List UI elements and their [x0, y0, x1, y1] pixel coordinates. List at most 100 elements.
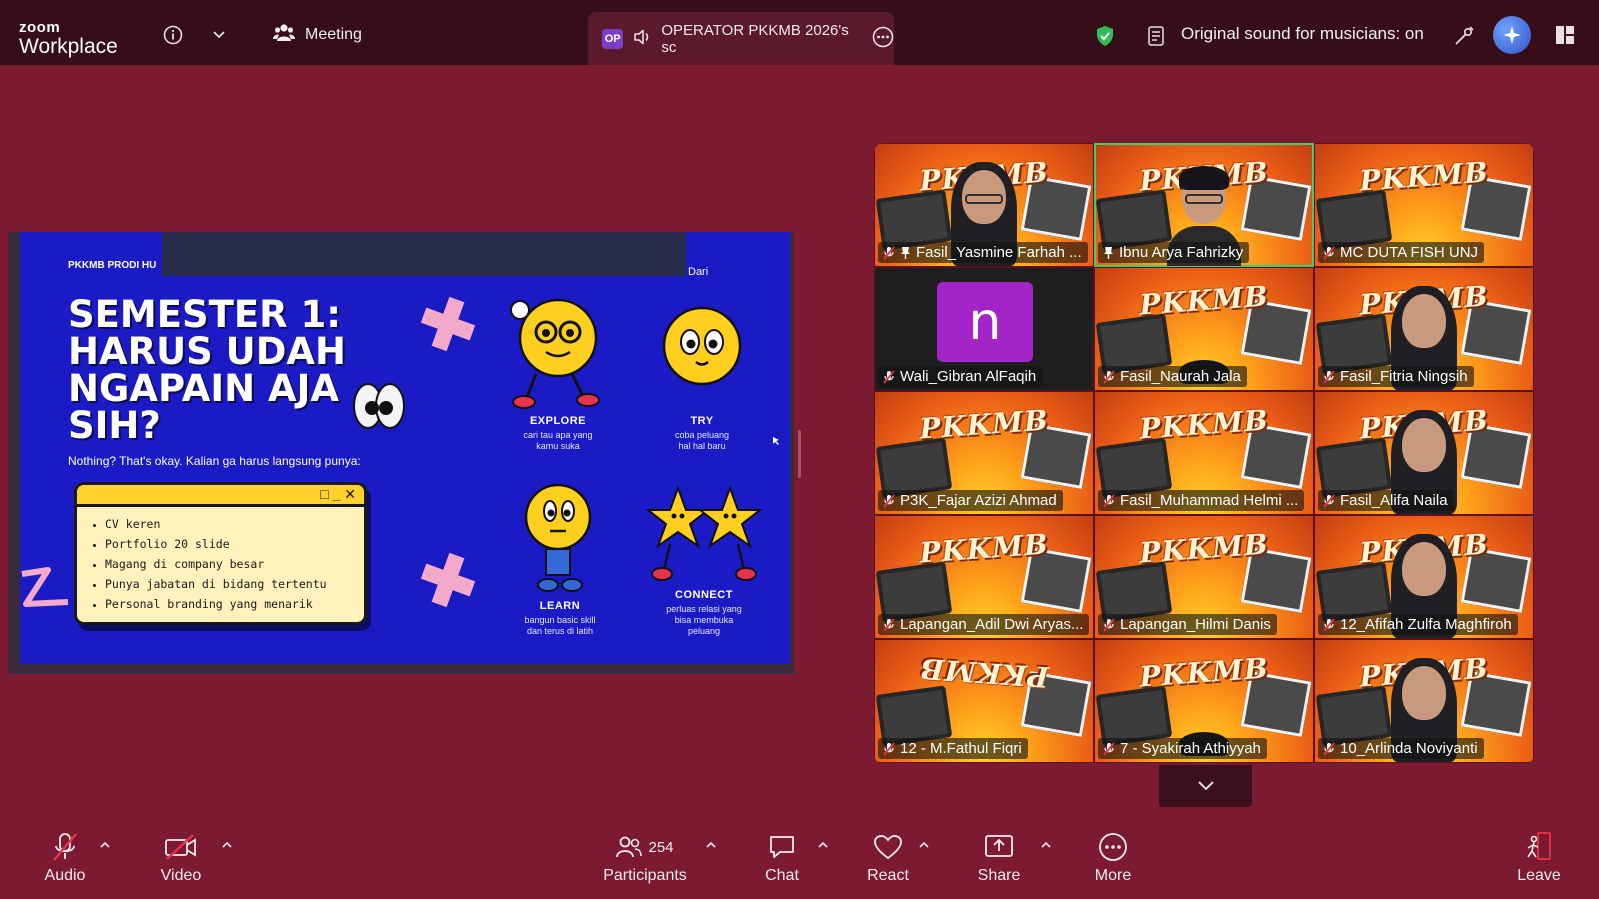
participant-tile[interactable]: PKKMBFasil_Yasmine Farhah ...	[874, 143, 1094, 267]
share-button[interactable]: Share	[954, 829, 1044, 885]
eyes-sticker-icon	[353, 383, 405, 429]
list-item: CV keren	[105, 514, 364, 534]
react-options-chevron-icon[interactable]	[918, 840, 930, 850]
connect-desc-3: peluang	[687, 626, 721, 636]
participant-name: Wali_Gibran AlFaqih	[900, 368, 1037, 385]
participant-tile[interactable]: PKKMB Fasil_Muhammad Helmi ...	[1094, 391, 1314, 515]
connect-desc-1: perluas relasi yang	[666, 604, 742, 614]
participant-tile[interactable]: PKKMB10_Arlinda Noviyanti	[1314, 639, 1534, 763]
more-dots-icon	[1099, 833, 1127, 861]
mouse-cursor-icon	[773, 437, 779, 445]
original-sound-status[interactable]: Original sound for musicians: on	[1181, 24, 1424, 44]
pin-icon	[901, 246, 910, 259]
checklist: CV keren Portfolio 20 slide Magang di co…	[105, 514, 364, 614]
share-options-chevron-icon[interactable]	[1040, 840, 1052, 850]
participant-tile[interactable]: PKKMB 7 - Syakirah Athiyyah	[1094, 639, 1314, 763]
participant-name-tag: Fasil_Alifa Naila	[1318, 490, 1454, 511]
sharer-avatar-badge: OP	[602, 28, 624, 49]
learn-character-icon	[524, 483, 592, 592]
chat-button[interactable]: Chat	[737, 829, 827, 885]
encryption-shield-icon[interactable]	[1094, 24, 1116, 48]
participant-name: P3K_Fajar Azizi Ahmad	[900, 492, 1057, 509]
chat-options-chevron-icon[interactable]	[817, 840, 829, 850]
slide-subtitle: Nothing? That's okay. Kalian ga harus la…	[68, 454, 361, 468]
window-titlebar: □ _ ✕	[77, 485, 364, 507]
chevron-down-icon[interactable]	[210, 26, 228, 44]
participant-tile[interactable]: PKKMB P3K_Fajar Azizi Ahmad	[874, 391, 1094, 515]
mic-muted-icon	[1103, 493, 1115, 508]
slide-header-right: Dari	[688, 266, 709, 278]
logo-line-2: Workplace	[19, 35, 118, 58]
participant-tile[interactable]: PKKMB12_Afifah Zulfa Maghfiroh	[1314, 515, 1534, 639]
more-options-icon[interactable]	[872, 26, 894, 52]
meeting-label: Meeting	[305, 25, 362, 43]
more-button[interactable]: More	[1068, 829, 1158, 885]
react-button[interactable]: React	[843, 829, 933, 885]
meeting-menu-button[interactable]: Meeting	[273, 22, 362, 47]
participant-tile[interactable]: PKKMB Lapangan_Hilmi Danis	[1094, 515, 1314, 639]
share-screen-icon	[985, 835, 1013, 857]
meeting-toolbar: Audio Video 254 Participants Chat React	[0, 829, 1599, 899]
list-item: Personal branding yang menarik	[105, 594, 364, 614]
participants-button[interactable]: 254 Participants	[600, 829, 690, 885]
list-item: Punya jabatan di bidang tertentu	[105, 574, 364, 594]
participant-name-tag: Fasil_Fitria Ningsih	[1318, 366, 1474, 387]
mic-muted-icon	[883, 493, 895, 508]
slide-title-line: SEMESTER 1:	[68, 293, 342, 336]
participant-name: MC DUTA FISH UNJ	[1340, 244, 1479, 261]
participant-tile[interactable]: PKKMB Fasil_Naurah Jala	[1094, 267, 1314, 391]
participant-tile[interactable]: n Wali_Gibran AlFaqih	[874, 267, 1094, 391]
participant-tile[interactable]: PKKMB 12 - M.Fathul Fiqri	[874, 639, 1094, 763]
mic-muted-icon	[1323, 245, 1335, 260]
audio-options-chevron-icon[interactable]	[99, 840, 111, 850]
participants-options-chevron-icon[interactable]	[705, 840, 717, 850]
participant-name-tag: P3K_Fajar Azizi Ahmad	[878, 490, 1063, 511]
music-settings-icon[interactable]	[1452, 24, 1476, 48]
learn-desc-2: dan terus di latih	[526, 626, 594, 636]
participant-avatar: n	[937, 282, 1033, 362]
learn-label: LEARN	[539, 600, 581, 612]
try-desc-1: coba peluang	[674, 430, 730, 440]
sparkle-icon	[1503, 26, 1521, 44]
screen-share-view[interactable]: PKKMB PRODI HU Dari SEMESTER 1: HARUS UD…	[8, 232, 794, 674]
share-title: OPERATOR PKKMB 2026's sc	[661, 21, 849, 56]
participant-name-tag: Fasil_Naurah Jala	[1098, 366, 1247, 387]
react-label: React	[867, 867, 909, 884]
gallery-scroll-down-button[interactable]	[1159, 765, 1252, 807]
learn-desc-1: bangun basic skill	[524, 615, 596, 625]
explore-character-icon	[510, 298, 600, 409]
leave-button[interactable]: Leave	[1494, 829, 1584, 885]
mic-muted-icon	[1323, 617, 1335, 632]
participant-name-tag: MC DUTA FISH UNJ	[1318, 242, 1485, 263]
participant-tile[interactable]: PKKMB Lapangan_Adil Dwi Aryas...	[874, 515, 1094, 639]
checklist-window: □ _ ✕ CV keren Portfolio 20 slide Magang…	[74, 482, 367, 625]
mic-muted-icon	[883, 617, 895, 632]
captions-icon[interactable]	[1146, 24, 1168, 48]
participant-tile[interactable]: PKKMBFasil_Alifa Naila	[1314, 391, 1534, 515]
view-layout-icon[interactable]	[1554, 24, 1576, 46]
redacted-bar	[162, 232, 686, 276]
speaker-icon[interactable]	[633, 29, 651, 49]
video-button[interactable]: Video	[136, 829, 226, 885]
participant-gallery: PKKMBFasil_Yasmine Farhah ...PKKMBIbnu A…	[874, 143, 1534, 764]
connect-character-icon	[646, 485, 762, 581]
audio-button[interactable]: Audio	[20, 829, 110, 885]
screen-share-indicator[interactable]: OP OPERATOR PKKMB 2026's sc	[588, 12, 894, 65]
splitter-handle[interactable]	[798, 430, 801, 478]
presentation-slide: PKKMB PRODI HU Dari SEMESTER 1: HARUS UD…	[20, 232, 790, 664]
video-options-chevron-icon[interactable]	[221, 840, 233, 850]
participants-icon	[616, 836, 643, 858]
pink-cross-icon	[420, 552, 476, 608]
participants-group-icon	[273, 22, 295, 47]
participant-name-tag: 12 - M.Fathul Fiqri	[878, 738, 1028, 759]
participant-tile[interactable]: PKKMB MC DUTA FISH UNJ	[1314, 143, 1534, 267]
participant-name: Fasil_Alifa Naila	[1340, 492, 1448, 509]
pin-icon	[1104, 246, 1113, 259]
participant-tile[interactable]: PKKMBFasil_Fitria Ningsih	[1314, 267, 1534, 391]
try-character-icon	[662, 306, 742, 386]
list-item: Magang di company besar	[105, 554, 364, 574]
meeting-info-icon[interactable]	[162, 24, 184, 46]
participant-name: 10_Arlinda Noviyanti	[1340, 740, 1478, 757]
ai-companion-button[interactable]	[1493, 16, 1531, 54]
participant-tile[interactable]: PKKMBIbnu Arya Fahrizky	[1094, 143, 1314, 267]
